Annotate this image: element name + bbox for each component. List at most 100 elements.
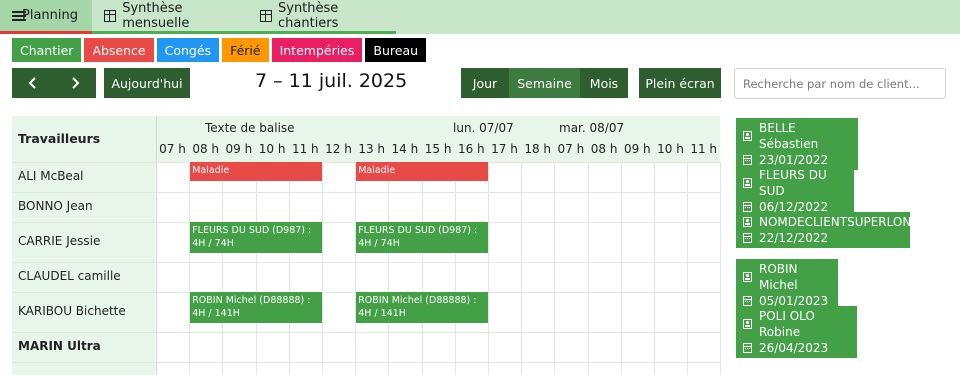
tab-synthese-mensuelle[interactable]: Synthèse mensuelle: [92, 0, 248, 34]
event-title: FLEURS DU SUD (D987) :: [192, 225, 312, 236]
day-label: mar. 08/07: [559, 121, 625, 135]
worker-name[interactable]: KARIBOU Bichette: [18, 304, 126, 318]
legend-absence: Absence: [84, 38, 154, 62]
customer-date: 26/04/2023: [759, 341, 829, 355]
calendar-icon: [743, 296, 752, 306]
legend-ferie: Férié: [222, 38, 269, 62]
fullscreen-button[interactable]: Plein écran: [639, 68, 721, 98]
prev-button[interactable]: [12, 68, 54, 98]
chantier-event[interactable]: ROBIN Michel (D88888) : 4H / 141H: [356, 292, 488, 323]
worker-name[interactable]: ALI McBeal: [18, 169, 84, 183]
customer-card[interactable]: BELLE Sébastien 23/01/2022: [736, 118, 858, 170]
customer-name: ROBIN Michel: [759, 262, 798, 292]
event-hours: 4H / 141H: [358, 308, 406, 319]
grid-column-line: [288, 162, 290, 375]
calendar-icon: [743, 343, 752, 353]
hour-label: 11 h: [690, 142, 718, 156]
next-button[interactable]: [54, 68, 96, 98]
view-jour-button[interactable]: Jour: [461, 68, 509, 98]
grid-column-line: [156, 116, 157, 375]
customer-card[interactable]: NOMDECLIENTSUPERLONG 22/12/2022: [736, 212, 921, 248]
worker-name[interactable]: CARRIE Jessie: [18, 234, 100, 248]
chevron-right-icon: [72, 77, 80, 89]
event-title: FLEURS DU SUD (D987) :: [358, 225, 478, 236]
view-mois-button[interactable]: Mois: [580, 68, 628, 98]
tab-synthese-chantiers-label: Synthèse chantiers: [278, 0, 339, 31]
view-semaine-button[interactable]: Semaine: [509, 68, 580, 98]
grid-row-line: [12, 332, 720, 333]
grid-row-line: [12, 262, 720, 263]
grid-column-line: [620, 162, 622, 375]
customer-name: POLI OLO Robine: [759, 309, 815, 339]
worker-name[interactable]: BONNO Jean: [18, 199, 93, 213]
customer-name: BELLE Sébastien: [759, 121, 819, 151]
grid-column-line: [355, 162, 357, 375]
chantier-event[interactable]: FLEURS DU SUD (D987) : 4H / 74H: [356, 222, 488, 253]
tab-synthese-chantiers[interactable]: Synthèse chantiers: [248, 0, 396, 34]
grid-column-line: [255, 162, 257, 375]
period-title: 7 – 11 juil. 2025: [255, 70, 408, 92]
workers-header: Travailleurs: [18, 131, 101, 146]
tab-planning-label: Planning: [22, 8, 78, 23]
grid-row-line: [12, 192, 720, 193]
calendar-icon: [743, 233, 752, 243]
legend-bureau: Bureau: [365, 38, 427, 62]
legend-intemperies: Intempéries: [271, 38, 363, 62]
user-icon: [743, 178, 752, 188]
grid-column-line: [222, 162, 224, 375]
customer-card[interactable]: FLEURS DU SUD 06/12/2022: [736, 165, 854, 217]
hour-label: 14 h: [391, 142, 419, 156]
hour-label: 09 h: [623, 142, 651, 156]
calendar-icon: [743, 155, 752, 165]
grid-column-line: [687, 162, 689, 375]
customer-card[interactable]: POLI OLO Robine 26/04/2023: [736, 306, 857, 358]
top-nav: Planning Synthèse mensuelle Synthèse cha…: [0, 0, 960, 34]
grid-column-line: [521, 162, 523, 375]
hour-label: 08 h: [192, 142, 220, 156]
hour-label: 18 h: [524, 142, 552, 156]
today-button[interactable]: Aujourd'hui: [104, 68, 190, 98]
grid-column-line: [488, 162, 489, 375]
customer-card[interactable]: ROBIN Michel 05/01/2023: [736, 259, 838, 311]
chantier-event[interactable]: ROBIN Michel (D88888) : 4H / 141H: [190, 292, 322, 323]
day-label: lun. 07/07: [453, 121, 514, 135]
customer-date: 22/12/2022: [759, 231, 829, 245]
event-hours: 4H / 74H: [358, 238, 400, 249]
grid-column-line: [654, 162, 655, 375]
event-title: Maladie: [358, 165, 396, 176]
grid-row-line: [12, 362, 720, 363]
user-icon: [743, 272, 752, 282]
worker-name[interactable]: CLAUDEL camille: [18, 269, 121, 283]
tab-planning[interactable]: Planning: [0, 0, 92, 34]
hour-label: 08 h: [590, 142, 618, 156]
grid-column-line: [388, 162, 390, 375]
hour-label: 10 h: [258, 142, 286, 156]
hour-label: 10 h: [657, 142, 684, 156]
event-title: Maladie: [192, 165, 230, 176]
table-icon: [260, 9, 272, 22]
grid-column-line: [454, 162, 456, 375]
grid-column-line: [421, 162, 423, 375]
hour-label: 16 h: [457, 142, 485, 156]
grid-column-line: [189, 162, 191, 375]
search-input[interactable]: [734, 68, 946, 99]
hour-label: 07 h: [557, 142, 585, 156]
user-icon: [743, 319, 752, 329]
grid-column-line: [322, 162, 323, 375]
absence-event[interactable]: Maladie: [356, 162, 488, 181]
worker-name[interactable]: MARIN Ultra: [18, 339, 101, 353]
legend-chantier: Chantier: [12, 38, 82, 62]
user-icon: [743, 217, 752, 227]
hour-label: 15 h: [424, 142, 452, 156]
hour-label: 17 h: [491, 142, 518, 156]
chantier-event[interactable]: FLEURS DU SUD (D987) : 4H / 74H: [190, 222, 322, 253]
event-title: ROBIN Michel (D88888) :: [192, 295, 311, 306]
event-title: ROBIN Michel (D88888) :: [358, 295, 477, 306]
user-icon: [743, 131, 752, 141]
table-icon: [104, 9, 117, 22]
legend-conges: Congés: [156, 38, 220, 62]
absence-event[interactable]: Maladie: [190, 162, 322, 181]
customer-name: NOMDECLIENTSUPERLONG: [759, 215, 921, 229]
grid-column-line: [720, 162, 722, 375]
hour-label: 11 h: [291, 142, 319, 156]
